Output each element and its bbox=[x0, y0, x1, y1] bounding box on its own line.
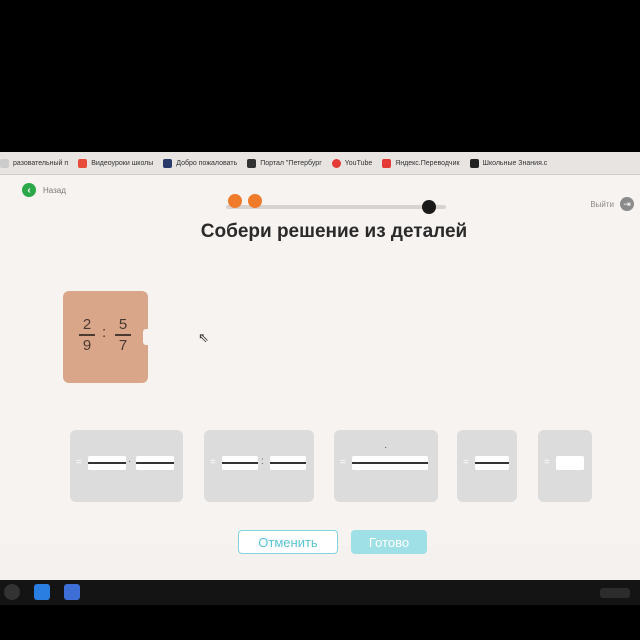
play-icon bbox=[78, 158, 88, 168]
fraction-placeholder bbox=[270, 456, 306, 470]
fraction-bar bbox=[79, 334, 95, 336]
expression-card[interactable]: 2 9 : 5 7 bbox=[63, 291, 151, 383]
equals-sign: = bbox=[340, 457, 346, 468]
right-numerator: 5 bbox=[118, 316, 128, 333]
translate-icon bbox=[382, 158, 392, 168]
bookmark-item[interactable]: Видеоуроки школы bbox=[78, 158, 153, 168]
answer-slot[interactable]: = bbox=[457, 430, 517, 502]
bookmarks-bar: разовательный п Видеоуроки школы Добро п… bbox=[0, 152, 640, 175]
answer-slot[interactable]: = : bbox=[204, 430, 314, 502]
taskbar bbox=[0, 580, 640, 605]
left-numerator: 2 bbox=[82, 316, 92, 333]
number-placeholder bbox=[556, 456, 584, 470]
fraction-placeholder bbox=[136, 456, 174, 470]
bookmark-item[interactable]: YouTube bbox=[331, 158, 372, 168]
exit-label: Выйти bbox=[590, 199, 614, 209]
bookmark-item[interactable]: Добро пожаловать bbox=[163, 158, 237, 168]
exit-icon: ⇥ bbox=[620, 197, 634, 211]
operator-placeholder: · bbox=[128, 456, 132, 467]
chevron-left-icon: ‹ bbox=[22, 183, 36, 197]
back-label: Назад bbox=[43, 185, 66, 195]
page-icon bbox=[0, 158, 9, 168]
progress-track bbox=[226, 194, 446, 214]
fraction-bar bbox=[115, 334, 131, 336]
task-title: Собери решение из деталей bbox=[200, 221, 468, 242]
answer-slot[interactable]: = · bbox=[334, 430, 438, 502]
fraction-placeholder bbox=[222, 456, 258, 470]
cancel-button[interactable]: Отменить bbox=[238, 530, 338, 554]
operator-placeholder: : bbox=[261, 456, 264, 467]
progress-step-done bbox=[248, 194, 262, 208]
start-icon[interactable] bbox=[4, 584, 20, 600]
bookmark-item[interactable]: Портал "Петербург bbox=[247, 158, 322, 168]
bookmark-item[interactable]: разовательный п bbox=[0, 158, 68, 168]
done-button[interactable]: Готово bbox=[351, 530, 427, 554]
exit-button[interactable]: Выйти ⇥ bbox=[590, 197, 634, 211]
equals-sign: = bbox=[76, 457, 82, 468]
fraction-placeholder bbox=[88, 456, 126, 470]
browser-icon[interactable] bbox=[34, 584, 50, 600]
fraction-placeholder bbox=[475, 456, 509, 470]
card-notch bbox=[143, 329, 151, 345]
mouse-cursor-icon: ⇖ bbox=[198, 330, 209, 345]
equals-sign: = bbox=[544, 457, 550, 468]
bookmark-item[interactable]: Школьные Знания.c bbox=[469, 158, 547, 168]
left-denominator: 9 bbox=[82, 336, 92, 354]
browser-screen: разовательный п Видеоуроки школы Добро п… bbox=[0, 152, 640, 580]
answer-slot[interactable]: = · bbox=[70, 430, 183, 502]
right-denominator: 7 bbox=[118, 336, 128, 354]
app-icon[interactable] bbox=[64, 584, 80, 600]
equals-sign: = bbox=[463, 457, 469, 468]
division-operator: : bbox=[102, 324, 107, 341]
emblem-icon bbox=[247, 158, 257, 168]
youtube-icon bbox=[331, 158, 341, 168]
tray-icon bbox=[600, 588, 630, 598]
progress-step-done bbox=[228, 194, 242, 208]
operator-placeholder: · bbox=[384, 442, 388, 453]
answer-slot[interactable]: = bbox=[538, 430, 592, 502]
fraction-right: 5 7 bbox=[115, 317, 131, 353]
fraction-placeholder bbox=[352, 456, 428, 470]
progress-step-final bbox=[422, 200, 436, 214]
lesson-page: ‹ Назад Выйти ⇥ Собери решение из детале… bbox=[0, 175, 640, 554]
znania-icon bbox=[469, 158, 479, 168]
fraction-left: 2 9 bbox=[79, 317, 95, 353]
back-button[interactable]: ‹ Назад bbox=[22, 183, 66, 197]
app-icon bbox=[163, 158, 173, 168]
equals-sign: = bbox=[210, 457, 216, 468]
bookmark-item[interactable]: Яндекс.Переводчик bbox=[382, 158, 460, 168]
